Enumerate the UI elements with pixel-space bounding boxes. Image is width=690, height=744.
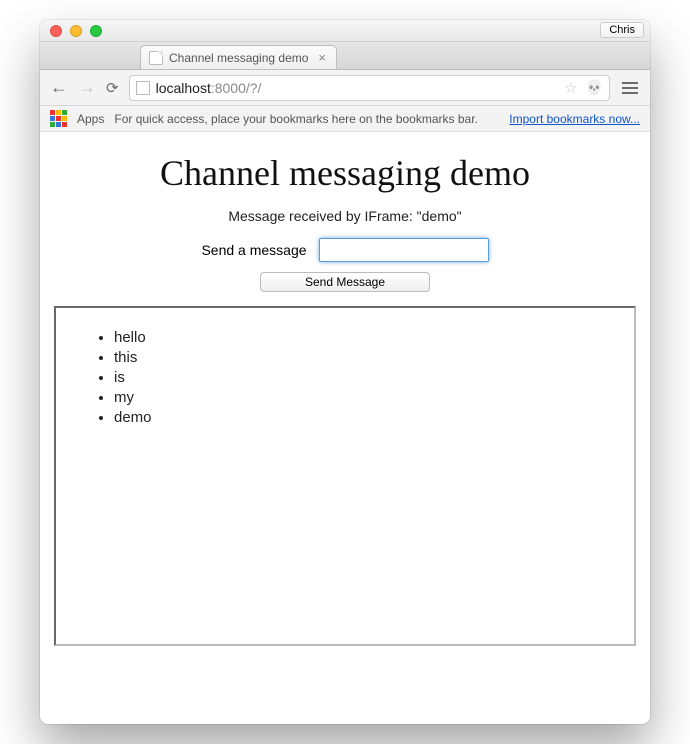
list-item: hello: [114, 329, 616, 346]
close-tab-icon[interactable]: ×: [318, 50, 326, 65]
status-text: Message received by IFrame: "demo": [54, 208, 636, 224]
bookmarks-hint: For quick access, place your bookmarks h…: [114, 112, 478, 126]
browser-tab[interactable]: Channel messaging demo ×: [140, 45, 337, 69]
page-title: Channel messaging demo: [54, 152, 636, 194]
forward-button[interactable]: →: [78, 77, 96, 98]
page-content: Channel messaging demo Message received …: [40, 132, 650, 724]
import-bookmarks-link[interactable]: Import bookmarks now...: [509, 112, 640, 126]
window-titlebar: Chris: [40, 20, 650, 42]
address-bar[interactable]: localhost:8000/?/ ☆ 💀: [129, 75, 610, 101]
tab-title: Channel messaging demo: [169, 51, 308, 65]
site-icon: [136, 81, 150, 95]
message-input[interactable]: [319, 238, 489, 262]
bookmarks-bar: Apps For quick access, place your bookma…: [40, 106, 650, 132]
iframe-panel: hello this is my demo: [54, 306, 636, 646]
list-item: demo: [114, 409, 616, 426]
close-window-button[interactable]: [50, 25, 62, 37]
window-controls: [40, 25, 102, 37]
hamburger-menu-icon[interactable]: [620, 78, 640, 98]
reload-button[interactable]: ⟳: [106, 79, 119, 97]
list-item: my: [114, 389, 616, 406]
browser-toolbar: ← → ⟳ localhost:8000/?/ ☆ 💀: [40, 70, 650, 106]
apps-icon[interactable]: [50, 110, 67, 127]
tab-strip: Channel messaging demo ×: [40, 42, 650, 70]
minimize-window-button[interactable]: [70, 25, 82, 37]
message-list: hello this is my demo: [74, 329, 616, 426]
send-message-button[interactable]: Send Message: [260, 272, 430, 292]
bookmark-star-icon[interactable]: ☆: [564, 79, 577, 97]
list-item: is: [114, 369, 616, 386]
zoom-window-button[interactable]: [90, 25, 102, 37]
extension-icon[interactable]: 💀: [586, 79, 603, 96]
browser-window: Chris Channel messaging demo × ← → ⟳ loc…: [40, 20, 650, 724]
apps-label[interactable]: Apps: [77, 112, 104, 126]
message-label: Send a message: [201, 242, 306, 258]
page-icon: [149, 51, 163, 65]
url-host: localhost: [156, 80, 211, 96]
back-button[interactable]: ←: [50, 77, 68, 98]
message-form: Send a message: [54, 238, 636, 262]
list-item: this: [114, 349, 616, 366]
profile-button[interactable]: Chris: [600, 22, 644, 38]
url-path: :8000/?/: [211, 80, 262, 96]
